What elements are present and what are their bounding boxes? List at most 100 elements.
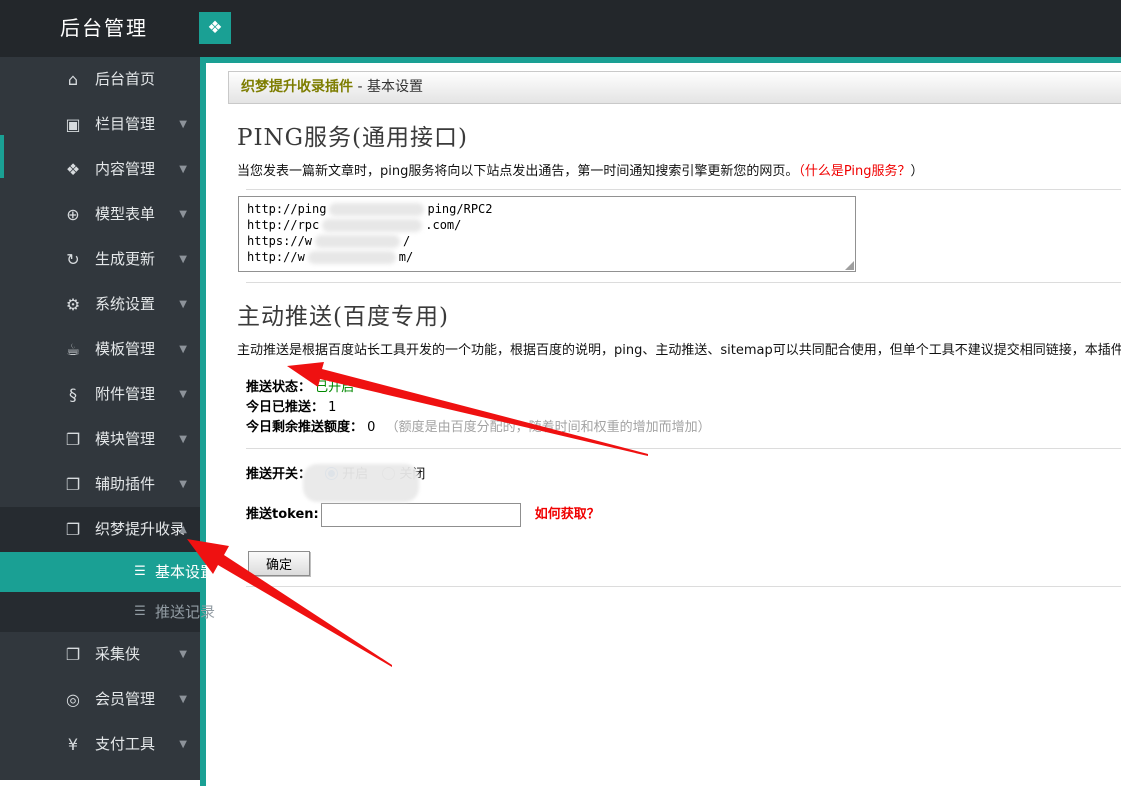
sidebar-item-label: 会员管理 bbox=[95, 690, 156, 708]
what-is-ping-link[interactable]: （什么是Ping服务？ bbox=[798, 164, 910, 179]
censor-blur bbox=[329, 203, 425, 216]
sidebar-item-label: 采集侠 bbox=[95, 645, 141, 663]
sidebar-item-aux-plugins[interactable]: ❐ 辅助插件 ▼ bbox=[0, 462, 200, 507]
sidebar-item-label: 生成更新 bbox=[95, 250, 156, 268]
status-row: 推送状态： 已开启 bbox=[246, 378, 1121, 398]
sidebar-item-label: 后台首页 bbox=[95, 70, 156, 88]
sidebar-item-attachments[interactable]: § 附件管理 ▼ bbox=[0, 372, 200, 417]
folder-icon: ❐ bbox=[65, 520, 81, 539]
sidebar-nav: ⌂ 后台首页 ▣ 栏目管理 ▼ ❖ 内容管理 ▼ ⊕ 模型表单 ▼ ↻ 生成更新… bbox=[0, 57, 215, 780]
app-title: 后台管理 bbox=[60, 16, 148, 40]
radio-off-label[interactable]: 关闭 bbox=[399, 467, 425, 482]
today-pushed-value: 1 bbox=[328, 400, 337, 415]
chevron-down-icon: ▼ bbox=[179, 209, 187, 220]
quota-label: 今日剩余推送额度： bbox=[246, 420, 364, 435]
sidebar-item-label: 模块管理 bbox=[95, 430, 156, 448]
push-token-label: 推送token: bbox=[246, 507, 319, 522]
ping-url-line: http://w m/ bbox=[247, 250, 414, 264]
breadcrumb: 织梦提升收录插件 - 基本设置 bbox=[228, 71, 1121, 104]
ping-url-line: http://ping ping/RPC2 bbox=[247, 202, 493, 216]
status-value: 已开启 bbox=[315, 380, 355, 395]
folder-icon: ❐ bbox=[65, 430, 81, 449]
sidebar-item-members[interactable]: ◎ 会员管理 ▼ bbox=[0, 677, 200, 722]
chevron-down-icon: ▼ bbox=[179, 434, 187, 445]
chevron-down-icon: ▼ bbox=[179, 299, 187, 310]
chevron-down-icon: ▼ bbox=[179, 344, 187, 355]
sidebar-item-template[interactable]: ☕ 模板管理 ▼ bbox=[0, 327, 200, 372]
sidebar-item-label: 栏目管理 bbox=[95, 115, 156, 133]
push-section-description: 主动推送是根据百度站长工具开发的一个功能，根据百度的说明，ping、主动推送、s… bbox=[237, 343, 1121, 358]
sidebar-item-label: 辅助插件 bbox=[95, 475, 156, 493]
push-token-row: 推送token: 如何获取？ bbox=[246, 499, 1121, 531]
chevron-up-icon: ▲ bbox=[179, 524, 187, 535]
sidebar-item-label: 织梦提升收录 bbox=[95, 520, 186, 538]
home-icon: ⌂ bbox=[67, 70, 79, 89]
sidebar-item-content[interactable]: ❖ 内容管理 ▼ bbox=[0, 147, 200, 192]
chevron-down-icon: ▼ bbox=[179, 649, 187, 660]
gear-icon: ⚙ bbox=[65, 295, 81, 314]
sidebar-item-columns[interactable]: ▣ 栏目管理 ▼ bbox=[0, 102, 200, 147]
radio-dot bbox=[328, 470, 336, 477]
section-divider bbox=[246, 448, 1121, 449]
paperclip-icon: § bbox=[69, 385, 77, 404]
sidebar-item-label: 附件管理 bbox=[95, 385, 156, 403]
ping-url-line: https://w / bbox=[247, 234, 411, 248]
sidebar-item-model-forms[interactable]: ⊕ 模型表单 ▼ bbox=[0, 192, 200, 237]
breadcrumb-page: 基本设置 bbox=[366, 79, 423, 95]
cart-icon: ¥ bbox=[67, 735, 79, 754]
sidebar-item-caijixia[interactable]: ❐ 采集侠 ▼ bbox=[0, 632, 200, 677]
ping-url-line: http://rpc .com/ bbox=[247, 218, 462, 232]
sidebar-item-modules[interactable]: ❐ 模块管理 ▼ bbox=[0, 417, 200, 462]
sidebar-item-label: 模板管理 bbox=[95, 340, 156, 358]
radio-on[interactable] bbox=[325, 467, 339, 480]
push-switch-label: 推送开关： bbox=[246, 467, 312, 482]
monitor-icon: ▣ bbox=[65, 115, 81, 134]
cup-icon: ☕ bbox=[65, 340, 81, 359]
radio-off[interactable] bbox=[382, 467, 396, 480]
push-section-heading: 主动推送(百度专用) bbox=[237, 304, 449, 330]
top-header-bar: 后台管理 ❖ bbox=[0, 0, 1121, 57]
list-icon: ☰ bbox=[134, 564, 146, 579]
push-status-block: 推送状态： 已开启 今日已推送： 1 今日剩余推送额度： 0 （额度是由百度分配… bbox=[246, 378, 1121, 438]
ping-section-description: 当您发表一篇新文章时，ping服务将向以下站点发出通告，第一时间通知搜索引擎更新… bbox=[237, 164, 924, 179]
censor-blur bbox=[322, 219, 423, 232]
modules-grid-icon[interactable]: ❖ bbox=[199, 12, 231, 44]
status-label: 推送状态： bbox=[246, 380, 312, 395]
radio-on-label[interactable]: 开启 bbox=[342, 467, 368, 482]
refresh-icon: ↻ bbox=[66, 250, 80, 269]
chevron-down-icon: ▼ bbox=[179, 694, 187, 705]
resize-handle[interactable] bbox=[845, 261, 854, 270]
sidebar-subitem-label: 基本设置 bbox=[155, 563, 216, 581]
sidebar-item-label: 支付工具 bbox=[95, 735, 156, 753]
section-divider bbox=[246, 586, 1121, 587]
chevron-down-icon: ▼ bbox=[179, 479, 187, 490]
push-switch-row: 推送开关： 开启 关闭 bbox=[246, 463, 1121, 487]
today-pushed-row: 今日已推送： 1 bbox=[246, 398, 1121, 418]
sidebar-item-label: 模型表单 bbox=[95, 205, 156, 223]
sidebar-item-zhimeng-plugin[interactable]: ❐ 织梦提升收录 ▲ bbox=[0, 507, 200, 552]
chevron-down-icon: ▼ bbox=[179, 254, 187, 265]
sidebar-item-generate-update[interactable]: ↻ 生成更新 ▼ bbox=[0, 237, 200, 282]
how-to-get-link[interactable]: 如何获取？ bbox=[535, 507, 600, 522]
sidebar-item-system-settings[interactable]: ⚙ 系统设置 ▼ bbox=[0, 282, 200, 327]
folder-icon: ❐ bbox=[65, 645, 81, 664]
confirm-button[interactable]: 确定 bbox=[248, 551, 311, 576]
list-icon: ☰ bbox=[134, 604, 146, 619]
sidebar-subitem-basic-settings[interactable]: ☰ 基本设置 bbox=[0, 552, 215, 592]
censor-blur bbox=[315, 235, 401, 248]
sidebar-item-label: 内容管理 bbox=[95, 160, 156, 178]
sidebar-item-home[interactable]: ⌂ 后台首页 bbox=[0, 57, 200, 102]
plugin-title: 织梦提升收录插件 bbox=[241, 79, 353, 95]
chevron-down-icon: ▼ bbox=[179, 119, 187, 130]
folder-icon: ❐ bbox=[65, 475, 81, 494]
sidebar-subitem-label: 推送记录 bbox=[155, 603, 216, 621]
modules-icon: ❖ bbox=[65, 160, 81, 179]
quota-value: 0 bbox=[367, 420, 376, 435]
sidebar-subitem-push-records[interactable]: ☰ 推送记录 bbox=[0, 592, 215, 632]
today-pushed-label: 今日已推送： bbox=[246, 400, 325, 415]
main-panel: 织梦提升收录插件 - 基本设置 PING服务(通用接口) 当您发表一篇新文章时，… bbox=[200, 57, 1121, 786]
globe-icon: ⊕ bbox=[66, 205, 80, 224]
push-token-input[interactable] bbox=[320, 502, 521, 527]
sidebar-item-payment-tools[interactable]: ¥ 支付工具 ▼ bbox=[0, 722, 200, 767]
ping-url-textarea[interactable]: http://ping ping/RPC2 http://rpc .com/ htt… bbox=[238, 196, 856, 272]
